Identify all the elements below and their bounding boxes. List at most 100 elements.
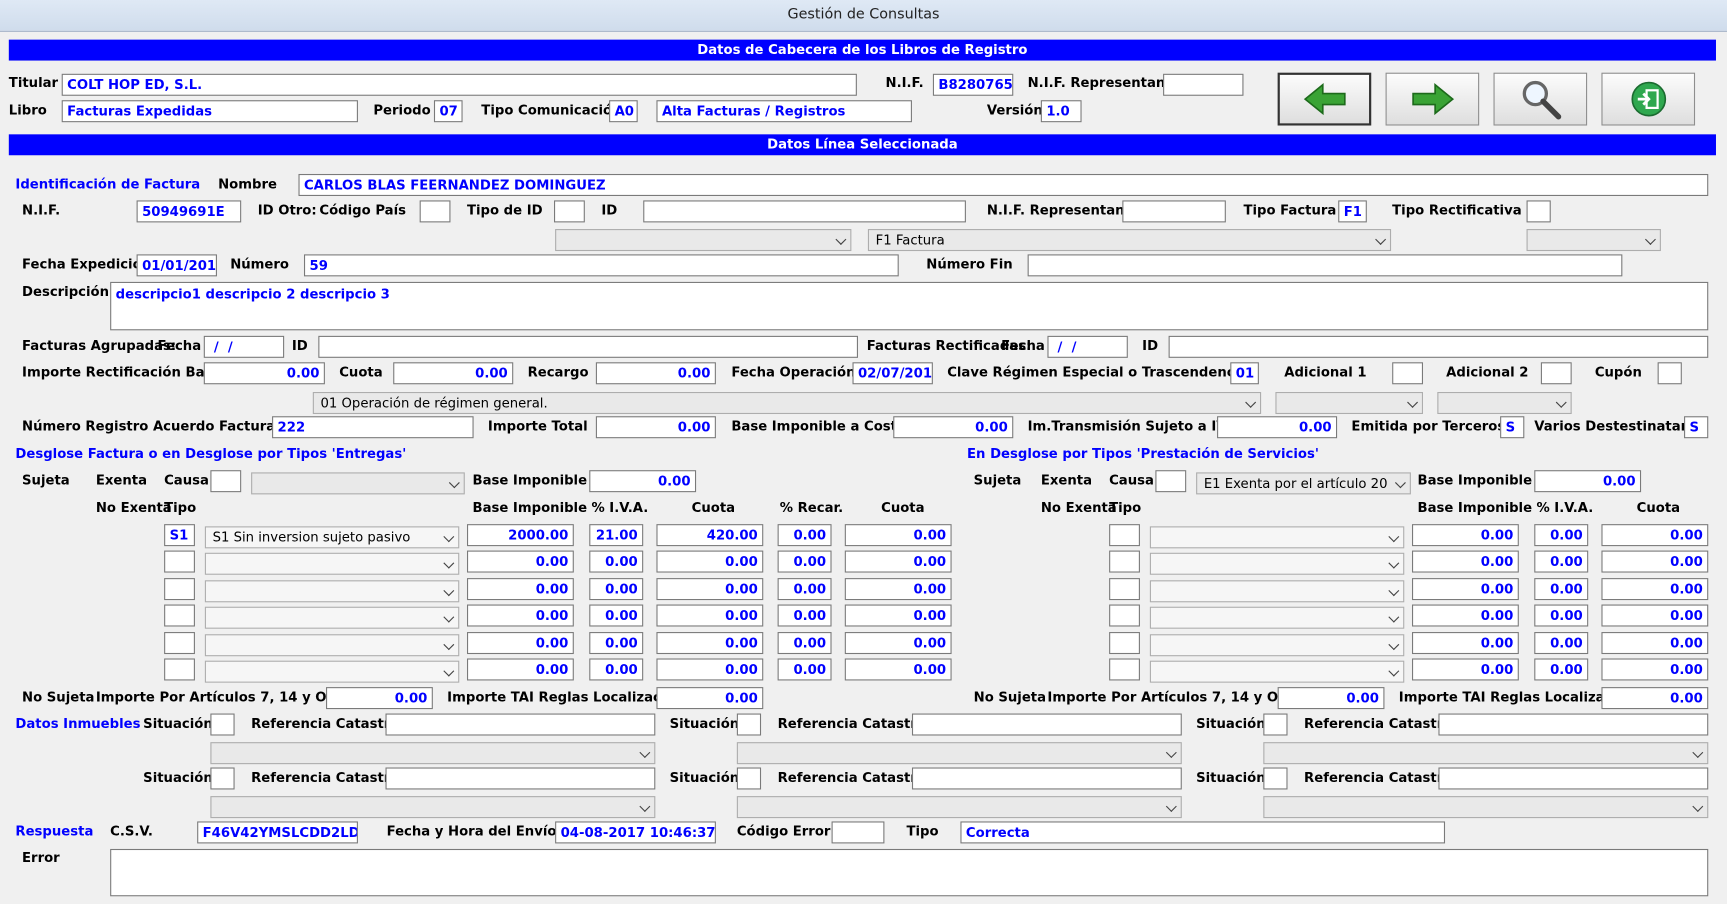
entregas-base-cell[interactable]: 2000.00	[466, 524, 574, 547]
entregas-cuota-cell[interactable]: 0.00	[656, 632, 764, 655]
inmueble-situacion-field[interactable]	[210, 767, 235, 790]
servicios-tipo-dropdown[interactable]	[1149, 606, 1405, 629]
inmueble-situacion-field[interactable]	[210, 713, 235, 736]
tipo-factura-field[interactable]: F1	[1338, 200, 1367, 223]
entregas-imp-art-field[interactable]: 0.00	[326, 687, 433, 710]
nif-representante-field[interactable]	[1163, 73, 1244, 96]
tipo-id-field[interactable]	[554, 200, 585, 223]
num-registro-field[interactable]: 222	[272, 416, 474, 439]
servicios-iva-cell[interactable]: 0.00	[1534, 632, 1589, 655]
inmueble-dropdown[interactable]	[210, 742, 656, 765]
servicios-tipo-field[interactable]	[1109, 632, 1140, 655]
titular-field[interactable]: COLT HOP ED, S.L.	[61, 73, 857, 96]
entregas-base-cell[interactable]: 0.00	[466, 658, 574, 681]
fecha-expedicion-field[interactable]: 01/01/2017	[136, 254, 217, 277]
servicios-iva-cell[interactable]: 0.00	[1534, 604, 1589, 627]
entregas-iva-cell[interactable]: 0.00	[589, 604, 644, 627]
entregas-cuota-cell[interactable]: 0.00	[656, 550, 764, 573]
entregas-iva-cell[interactable]: 0.00	[589, 632, 644, 655]
codigo-pais-field[interactable]	[419, 200, 451, 223]
inmueble-ref-field[interactable]	[1438, 767, 1709, 790]
inmueble-situacion-field[interactable]	[1263, 767, 1288, 790]
nombre-field[interactable]: CARLOS BLAS FEERNANDEZ DOMINGUEZ	[298, 173, 1709, 196]
entregas-tipo-dropdown[interactable]	[204, 580, 460, 603]
tipo-respuesta-field[interactable]: Correcta	[960, 821, 1446, 844]
servicios-base-cell[interactable]: 0.00	[1411, 524, 1519, 547]
inmueble-situacion-field[interactable]	[736, 767, 762, 790]
libro-field[interactable]: Facturas Expedidas	[61, 100, 358, 123]
numero-field[interactable]: 59	[303, 254, 899, 277]
emitida-terceros-field[interactable]: S	[1500, 416, 1525, 439]
csv-field[interactable]: F46V42YMSLCDD2LD	[197, 821, 358, 844]
entregas-base-cell[interactable]: 0.00	[466, 578, 574, 601]
codigo-error-field[interactable]	[831, 821, 885, 844]
servicios-iva-cell[interactable]: 0.00	[1534, 524, 1589, 547]
servicios-imp-tai-field[interactable]: 0.00	[1601, 687, 1709, 710]
entregas-iva-cell[interactable]: 0.00	[589, 550, 644, 573]
servicios-tipo-dropdown[interactable]	[1149, 580, 1405, 603]
nif-factura-field[interactable]: 50949691E	[136, 200, 242, 223]
servicios-cuota-cell[interactable]: 0.00	[1601, 524, 1709, 547]
importe-rect-base-field[interactable]: 0.00	[203, 362, 325, 385]
entregas-causa-dropdown[interactable]	[251, 472, 465, 495]
varios-destinatarios-field[interactable]: S	[1684, 416, 1709, 439]
importe-total-field[interactable]: 0.00	[595, 416, 716, 439]
inmueble-ref-field[interactable]	[385, 767, 656, 790]
recargo-field[interactable]: 0.00	[595, 362, 716, 385]
next-button[interactable]	[1385, 72, 1480, 126]
servicios-causa-dropdown[interactable]: E1 Exenta por el artículo 20	[1196, 472, 1411, 495]
servicios-iva-cell[interactable]: 0.00	[1534, 550, 1589, 573]
entregas-iva-cell[interactable]: 21.00	[589, 524, 644, 547]
nif-rep-factura-field[interactable]	[1122, 200, 1226, 223]
servicios-base-cell[interactable]: 0.00	[1411, 604, 1519, 627]
servicios-tipo-field[interactable]	[1109, 658, 1140, 681]
servicios-tipo-field[interactable]	[1109, 524, 1140, 547]
entregas-recar-cell[interactable]: 0.00	[777, 604, 832, 627]
entregas-tipo-field[interactable]	[164, 604, 195, 627]
agrupadas-fecha-field[interactable]: / /	[203, 335, 285, 358]
servicios-tipo-dropdown[interactable]	[1149, 660, 1405, 683]
inmueble-dropdown[interactable]	[736, 796, 1182, 819]
entregas-base-field[interactable]: 0.00	[589, 470, 697, 493]
entregas-cuota2-cell[interactable]: 0.00	[844, 578, 952, 601]
servicios-base-cell[interactable]: 0.00	[1411, 658, 1519, 681]
servicios-base-cell[interactable]: 0.00	[1411, 550, 1519, 573]
servicios-cuota-cell[interactable]: 0.00	[1601, 578, 1709, 601]
base-coste-field[interactable]: 0.00	[893, 416, 1014, 439]
clave-regimen-field[interactable]: 01	[1230, 362, 1259, 385]
entregas-recar-cell[interactable]: 0.00	[777, 550, 832, 573]
adicional2-dropdown[interactable]	[1437, 391, 1572, 415]
rectificadas-id-field[interactable]	[1168, 335, 1709, 358]
adicional1-dropdown[interactable]	[1275, 391, 1424, 415]
fecha-envio-field[interactable]: 04-08-2017 10:46:37	[555, 821, 716, 844]
servicios-tipo-field[interactable]	[1109, 604, 1140, 627]
entregas-cuota-cell[interactable]: 420.00	[656, 524, 764, 547]
entregas-recar-cell[interactable]: 0.00	[777, 578, 832, 601]
entregas-iva-cell[interactable]: 0.00	[589, 658, 644, 681]
servicios-imp-art-field[interactable]: 0.00	[1277, 687, 1385, 710]
tipo-rectificativa-dropdown[interactable]	[1526, 229, 1661, 252]
entregas-recar-cell[interactable]: 0.00	[777, 632, 832, 655]
servicios-cuota-cell[interactable]: 0.00	[1601, 604, 1709, 627]
entregas-tipo-dropdown[interactable]	[204, 552, 460, 575]
inmueble-ref-field[interactable]	[385, 713, 656, 736]
cuota-field[interactable]: 0.00	[393, 362, 514, 385]
error-field[interactable]	[110, 848, 1709, 897]
servicios-base-cell[interactable]: 0.00	[1411, 632, 1519, 655]
servicios-iva-cell[interactable]: 0.00	[1534, 658, 1589, 681]
servicios-tipo-field[interactable]	[1109, 578, 1140, 601]
inmueble-ref-field[interactable]	[911, 767, 1182, 790]
servicios-base-cell[interactable]: 0.00	[1411, 578, 1519, 601]
entregas-causa-field[interactable]	[210, 470, 242, 493]
tipo-rectificativa-field[interactable]	[1526, 200, 1551, 223]
entregas-tipo-field[interactable]	[164, 658, 195, 681]
entregas-cuota-cell[interactable]: 0.00	[656, 578, 764, 601]
nif-field[interactable]: B82807652	[932, 73, 1014, 96]
descripcion-field[interactable]: descripcio1 descripcio 2 descripcio 3	[110, 281, 1709, 331]
entregas-tipo-field[interactable]	[164, 632, 195, 655]
inmueble-dropdown[interactable]	[1263, 796, 1709, 819]
numero-fin-field[interactable]	[1027, 254, 1623, 277]
entregas-tipo-dropdown[interactable]	[204, 634, 460, 657]
entregas-cuota2-cell[interactable]: 0.00	[844, 604, 952, 627]
previous-button[interactable]	[1277, 72, 1372, 126]
